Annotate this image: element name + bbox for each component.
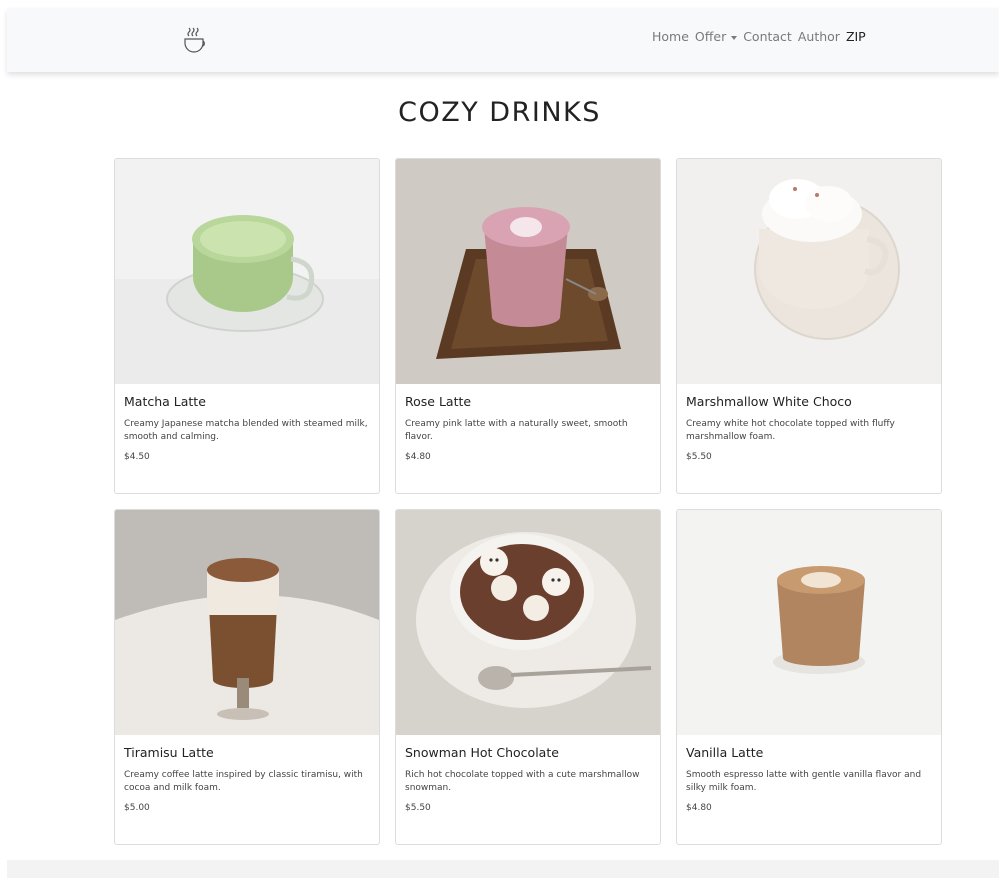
brand-logo[interactable]	[177, 25, 211, 55]
product-description: Smooth espresso latte with gentle vanill…	[686, 770, 922, 793]
product-price: $4.50	[124, 452, 150, 462]
nav-zip-link[interactable]: ZIP	[846, 29, 866, 44]
product-price: $4.80	[405, 452, 431, 462]
top-navbar: Home Offer Contact Author ZIP	[7, 8, 999, 72]
rose-latte-photo	[396, 159, 660, 384]
product-card[interactable]: Matcha Latte Creamy Japanese matcha blen…	[114, 158, 380, 494]
product-price: $5.50	[405, 803, 431, 813]
product-card[interactable]: Snowman Hot Chocolate Rich hot chocolate…	[395, 509, 661, 845]
product-description: Creamy white hot chocolate topped with f…	[686, 419, 895, 442]
product-name: Snowman Hot Chocolate	[405, 745, 559, 760]
nav-offer-dropdown[interactable]: Offer	[694, 29, 738, 44]
product-description: Creamy coffee latte inspired by classic …	[124, 770, 363, 793]
vanilla-latte-photo	[677, 510, 941, 735]
product-card[interactable]: Vanilla Latte Smooth espresso latte with…	[676, 509, 942, 845]
product-name: Matcha Latte	[124, 394, 206, 409]
product-price: $4.80	[686, 803, 712, 813]
nav-menu: Home Offer Contact Author ZIP	[652, 29, 866, 44]
product-description: Creamy pink latte with a naturally sweet…	[405, 419, 628, 442]
nav-contact-link[interactable]: Contact	[743, 29, 792, 44]
nav-author-link[interactable]: Author	[798, 29, 840, 44]
marshmallow-white-choco-photo	[677, 159, 941, 384]
product-price: $5.00	[124, 803, 150, 813]
coffee-cup-icon	[184, 27, 205, 53]
product-description: Creamy Japanese matcha blended with stea…	[124, 419, 368, 442]
page-title: COZY DRINKS	[398, 97, 601, 128]
product-name: Rose Latte	[405, 394, 472, 409]
product-card[interactable]: Marshmallow White Choco Creamy white hot…	[676, 158, 942, 494]
product-name: Vanilla Latte	[686, 745, 764, 760]
product-name: Marshmallow White Choco	[686, 394, 852, 409]
matcha-latte-photo	[115, 159, 379, 384]
caret-down-icon	[731, 35, 738, 40]
product-price: $5.50	[686, 452, 712, 462]
snowman-hot-chocolate-photo	[396, 510, 660, 735]
footer	[7, 860, 999, 878]
product-description: Rich hot chocolate topped with a cute ma…	[405, 770, 640, 793]
product-card[interactable]: Rose Latte Creamy pink latte with a natu…	[395, 158, 661, 494]
tiramisu-latte-photo	[115, 510, 379, 735]
product-card[interactable]: Tiramisu Latte Creamy coffee latte inspi…	[114, 509, 380, 845]
nav-offer-label: Offer	[694, 29, 727, 44]
nav-home-link[interactable]: Home	[652, 29, 689, 44]
product-name: Tiramisu Latte	[124, 745, 214, 760]
